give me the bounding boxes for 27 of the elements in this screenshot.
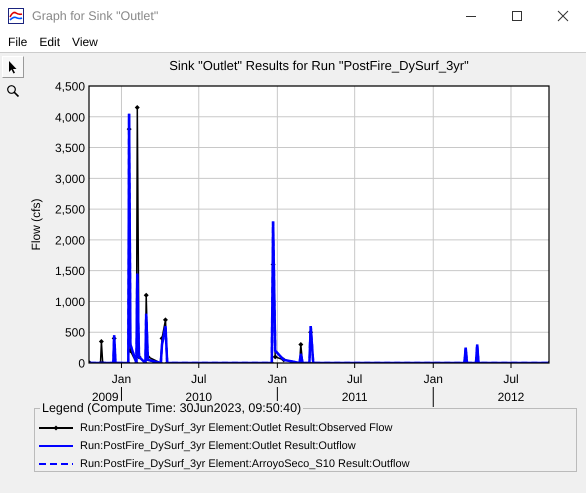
- year-label: 2010: [185, 390, 212, 404]
- y-tick-label: 4,000: [54, 110, 85, 124]
- y-tick-label: 4,500: [54, 80, 85, 94]
- y-tick-label: 3,500: [54, 141, 85, 156]
- window-title: Graph for Sink "Outlet": [32, 8, 160, 22]
- x-tick-label: Jul: [503, 372, 519, 386]
- legend-label: Run:PostFire_DySurf_3yr Element:ArroyoSeco_S10 Result:Outflow: [80, 458, 410, 470]
- x-tick-label: Jan: [268, 372, 288, 386]
- y-tick-label: 0: [78, 356, 85, 370]
- x-tick-label: Jan: [112, 372, 132, 386]
- y-tick-label: 2,500: [54, 202, 85, 217]
- x-tick-label: Jan: [424, 372, 443, 386]
- legend-label: Run:PostFire_DySurf_3yr Element:Outlet Result:Observed Flow: [80, 422, 392, 434]
- x-tick-label: Jul: [347, 372, 362, 386]
- y-tick-label: 1,500: [54, 264, 85, 278]
- y-tick-label: 500: [64, 326, 85, 340]
- chart-title: Sink "Outlet" Results for Run "PostFire_DySurf_3yr": [169, 58, 469, 73]
- y-tick-label: 1,000: [54, 294, 85, 309]
- x-tick-label: Jul: [191, 372, 206, 386]
- year-label: 2009: [92, 390, 119, 404]
- legend-title: Legend (Compute Time: 30Jun2023, 09:50:40): [40, 401, 304, 415]
- y-tick-label: 2,000: [54, 233, 85, 248]
- y-tick-label: 3,000: [54, 172, 85, 186]
- y-axis-title: Flow (cfs): [29, 198, 43, 250]
- year-label: 2011: [342, 390, 368, 404]
- legend-label: Run:PostFire_DySurf_3yr Element:Outlet Result:Outflow: [80, 440, 356, 452]
- year-label: 2012: [498, 390, 524, 404]
